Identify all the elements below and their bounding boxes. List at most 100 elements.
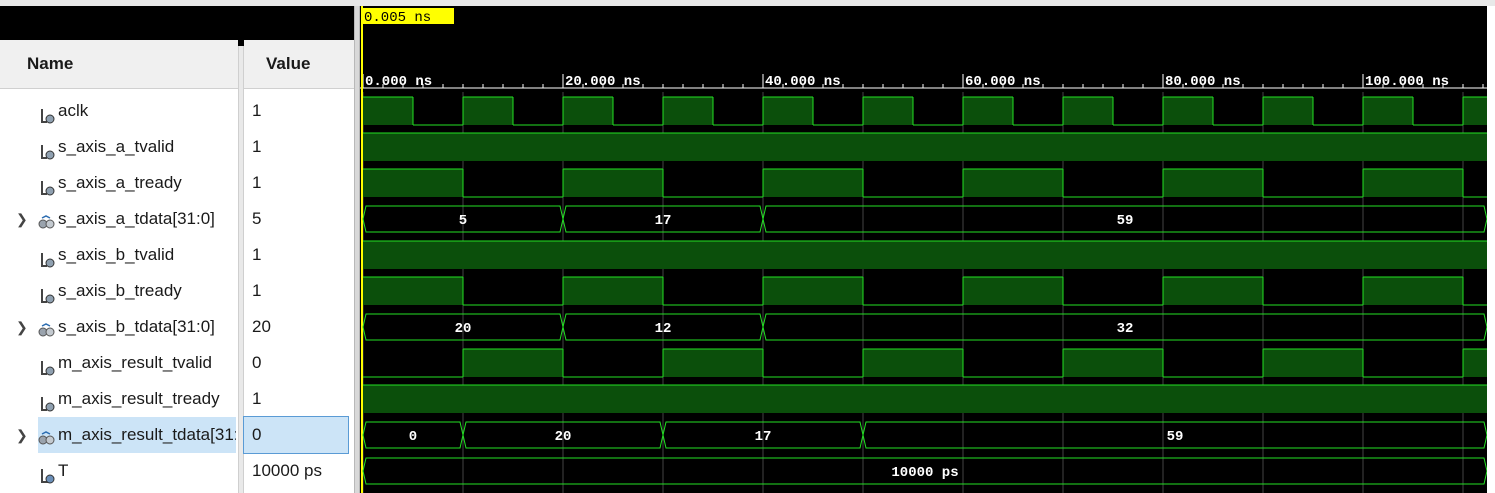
wave-high-segment — [1363, 169, 1463, 197]
chevron-right-icon[interactable]: ❯ — [16, 417, 28, 453]
wave-high-segment — [463, 349, 563, 377]
signal-row-7[interactable]: m_axis_result_tvalid — [0, 345, 236, 381]
signal-name: s_axis_a_tready — [58, 173, 182, 192]
wave-high-segment — [863, 349, 963, 377]
wave-high-segment — [1063, 349, 1163, 377]
parameter-icon — [38, 462, 56, 484]
bus-value-label: 12 — [655, 321, 672, 337]
signal-value: 1 — [252, 281, 262, 300]
wave-high-segment — [563, 97, 613, 125]
value-column-header[interactable]: Value — [244, 40, 354, 89]
wave-high-segment — [1163, 97, 1213, 125]
signal-row-9[interactable]: m_axis_result_tdata[31: — [38, 417, 236, 453]
signal-row-1[interactable]: s_axis_a_tvalid — [0, 129, 236, 165]
wave-high-segment — [663, 97, 713, 125]
bus-value-label: 20 — [555, 429, 572, 445]
bus-signal-icon — [38, 318, 56, 337]
wave-high-segment — [863, 97, 913, 125]
wave-high-segment — [1063, 97, 1113, 125]
wave-high-segment — [1463, 349, 1487, 377]
signal-name: s_axis_b_tvalid — [58, 245, 175, 264]
signal-name: s_axis_b_tdata[31:0] — [58, 317, 215, 336]
chevron-right-icon[interactable]: ❯ — [16, 201, 28, 237]
signal-value: 1 — [252, 137, 262, 156]
bit-signal-icon — [38, 390, 56, 412]
ruler-tick-label: 100.000 ns — [1365, 74, 1449, 90]
chevron-right-icon[interactable]: ❯ — [16, 309, 28, 345]
signal-value: 20 — [252, 317, 271, 336]
wave-high-segment — [763, 97, 813, 125]
signal-name: m_axis_result_tdata[31: — [58, 425, 236, 444]
signal-value: 5 — [252, 209, 262, 228]
waveform-canvas[interactable]: 0.000 ns 20.000 ns 40.000 ns 60.000 ns 80.00… — [360, 6, 1487, 493]
signal-value: 0 — [252, 353, 262, 372]
ruler-tick-label: 80.000 ns — [1165, 74, 1241, 90]
bus-value-label: 59 — [1117, 213, 1134, 229]
signal-name: s_axis_a_tdata[31:0] — [58, 209, 215, 228]
signal-value: 1 — [252, 173, 262, 192]
ruler-tick-label: 60.000 ns — [965, 74, 1041, 90]
wave-high-segment — [963, 277, 1063, 305]
bus-value-label: 10000 ps — [891, 465, 958, 481]
ruler-tick-label: 40.000 ns — [765, 74, 841, 90]
wave-high-segment — [1363, 97, 1413, 125]
signal-name: T — [58, 461, 69, 480]
wave-high-segment — [1363, 277, 1463, 305]
signal-row-5[interactable]: s_axis_b_tready — [0, 273, 236, 309]
bit-signal-icon — [38, 174, 56, 196]
signal-value: 10000 ps — [252, 461, 322, 480]
bus-value-label: 17 — [755, 429, 772, 445]
wave-high-segment — [563, 277, 663, 305]
wave-high-segment — [363, 241, 1487, 269]
signal-value: 1 — [252, 245, 262, 264]
wave-high-segment — [1163, 169, 1263, 197]
name-column-header[interactable]: Name — [0, 40, 238, 89]
wave-high-segment — [363, 169, 463, 197]
ruler-tick-label: 0.000 ns — [365, 74, 432, 90]
signal-row-3[interactable]: ❯ s_axis_a_tdata[31:0] — [0, 201, 236, 237]
bit-signal-icon — [38, 354, 56, 376]
bit-signal-icon — [38, 246, 56, 268]
bus-value-label: 5 — [459, 213, 467, 229]
signal-name: s_axis_b_tready — [58, 281, 182, 300]
signal-name: s_axis_a_tvalid — [58, 137, 175, 156]
signal-row-2[interactable]: s_axis_a_tready — [0, 165, 236, 201]
signal-row-8[interactable]: m_axis_result_tready — [0, 381, 236, 417]
wave-high-segment — [363, 97, 413, 125]
bus-signal-icon — [38, 426, 56, 445]
waveform-scrollbar-edge[interactable] — [1487, 6, 1495, 493]
wave-high-segment — [363, 133, 1487, 161]
signal-name: aclk — [58, 101, 89, 120]
bit-signal-icon — [38, 282, 56, 304]
signal-row-6[interactable]: ❯ s_axis_b_tdata[31:0] — [0, 309, 236, 345]
bus-signal-icon — [38, 210, 56, 229]
signal-row-4[interactable]: s_axis_b_tvalid — [0, 237, 236, 273]
bus-value-label: 32 — [1117, 321, 1134, 337]
bit-signal-icon — [38, 138, 56, 160]
wave-high-segment — [1263, 97, 1313, 125]
bus-value-label: 20 — [455, 321, 472, 337]
waveform-view[interactable]: 0.000 ns 20.000 ns 40.000 ns 60.000 ns 80.00… — [360, 6, 1487, 493]
wave-high-segment — [363, 385, 1487, 413]
wave-high-segment — [663, 349, 763, 377]
bit-signal-icon — [38, 102, 56, 124]
bus-value-label: 17 — [655, 213, 672, 229]
signal-name: m_axis_result_tready — [58, 389, 220, 408]
cursor-time-label: 0.005 ns — [364, 10, 431, 26]
wave-high-segment — [363, 277, 463, 305]
wave-high-segment — [763, 169, 863, 197]
wave-high-segment — [463, 97, 513, 125]
wave-high-segment — [763, 277, 863, 305]
ruler-tick-label: 20.000 ns — [565, 74, 641, 90]
signal-value: 0 — [243, 416, 349, 454]
signal-row-10[interactable]: T — [0, 453, 236, 489]
bus-value-label: 0 — [409, 429, 417, 445]
signal-value: 1 — [252, 389, 262, 408]
bus-value-label: 59 — [1167, 429, 1184, 445]
wave-high-segment — [963, 97, 1013, 125]
signal-name: m_axis_result_tvalid — [58, 353, 213, 372]
wave-high-segment — [563, 169, 663, 197]
wave-high-segment — [963, 169, 1063, 197]
name-column-label: Name — [27, 54, 74, 73]
signal-row-0[interactable]: aclk — [0, 93, 236, 129]
